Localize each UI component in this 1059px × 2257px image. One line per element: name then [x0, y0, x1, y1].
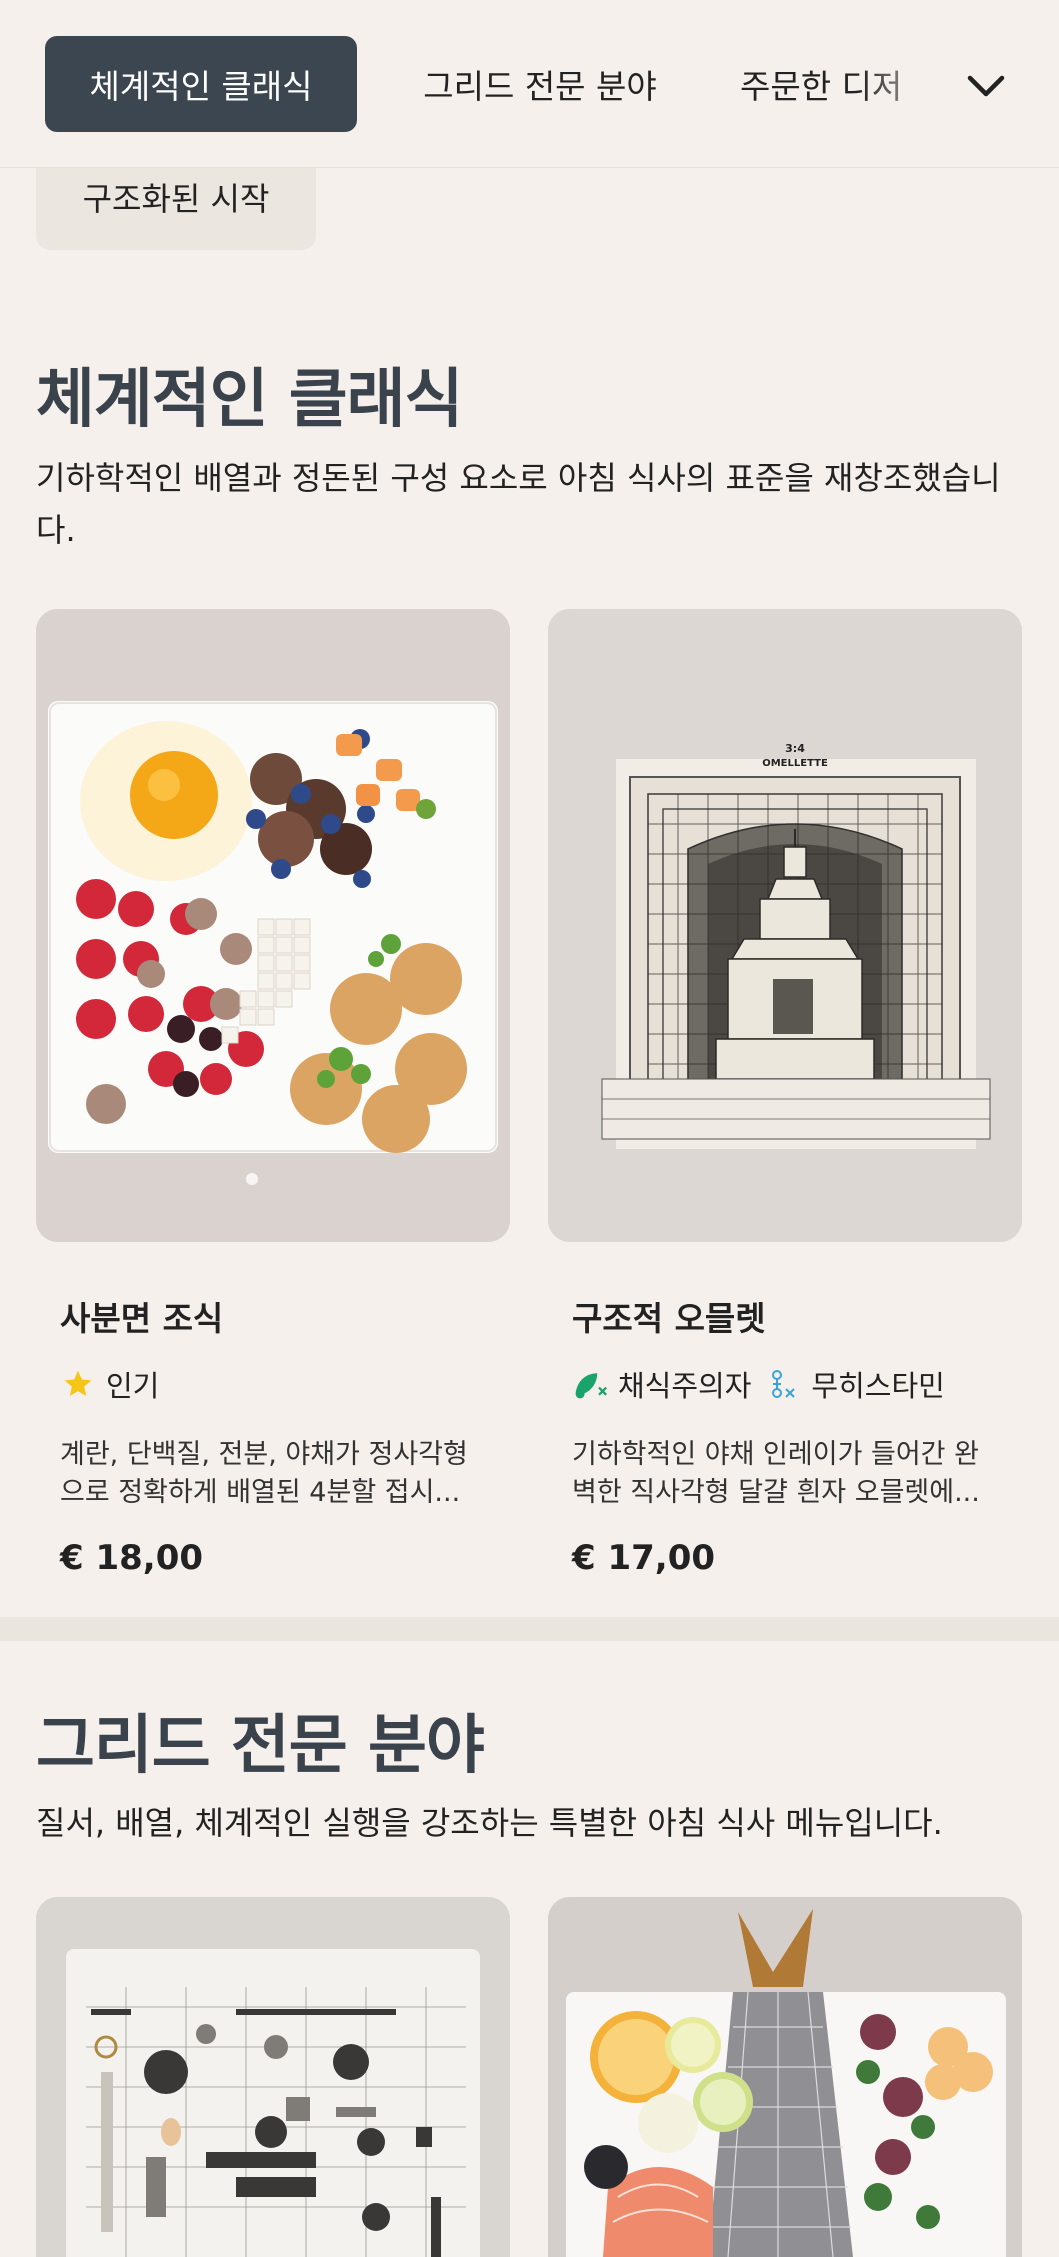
dish-image-grid-specialty-1 [36, 1897, 510, 2257]
tag-popular: 인기 [60, 1363, 159, 1405]
image-label-ratio: 3:4 [785, 742, 805, 755]
dish-tags: 인기 [60, 1362, 486, 1406]
tag-label: 인기 [106, 1369, 160, 1403]
dish-name: 사분면 조식 [60, 1299, 224, 1338]
dish-tags: 채식주의자 무히스타민 [572, 1362, 998, 1406]
no-histamine-icon [765, 1366, 801, 1402]
section-divider [0, 1617, 1059, 1641]
menu-card-grid-specialty-2[interactable] [548, 1897, 1022, 2257]
section-title-grid-specialties: 그리드 전문 분야 [36, 1709, 485, 1783]
image-label-omelette: OMELLETTE [762, 758, 828, 769]
menu-card-structural-omelette[interactable]: 3:4 OMELLETTE 구조적 오믈렛 채식주의자 무히스타민 기하학적인 … [548, 609, 1022, 1578]
tag-label: 채식주의자 [618, 1369, 752, 1403]
category-nav: 체계적인 클래식 그리드 전문 분야 주문한 디저 [0, 0, 1059, 168]
dish-description: 계란, 단백질, 전분, 야채가 정사각형으로 정확하게 배열된 4분할 접시.… [60, 1439, 468, 1508]
tag-vegetarian: 채식주의자 [572, 1363, 751, 1405]
nav-fade-overlay [860, 36, 970, 132]
section-description-systematic-classic: 기하학적인 배열과 정돈된 구성 요소로 아침 식사의 표준을 재창조했습니다. [36, 459, 1001, 549]
tab-grid-specialties[interactable]: 그리드 전문 분야 [405, 36, 675, 132]
section-title-systematic-classic: 체계적인 클래식 [36, 363, 463, 437]
chevron-down-icon[interactable] [958, 58, 1014, 114]
menu-card-quadrant-breakfast[interactable]: 사분면 조식 인기 계란, 단백질, 전분, 야채가 정사각형으로 정확하게 배… [36, 609, 510, 1578]
dish-description: 기하학적인 야채 인레이가 들어간 완벽한 직사각형 달걀 흰자 오믈렛에... [572, 1439, 980, 1508]
dish-image-structural-omelette: 3:4 OMELLETTE [548, 609, 1022, 1242]
vegetarian-icon [572, 1366, 608, 1402]
tag-no-histamine: 무히스타민 [765, 1363, 945, 1405]
dish-image-quadrant-breakfast [36, 609, 510, 1242]
section-description-grid-specialties: 질서, 배열, 체계적인 실행을 강조하는 특별한 아침 식사 메뉴입니다. [36, 1804, 943, 1842]
tag-label: 무히스타민 [811, 1369, 945, 1403]
star-icon [60, 1366, 96, 1402]
dish-price: € 18,00 [60, 1538, 204, 1578]
dish-name: 구조적 오믈렛 [572, 1299, 766, 1338]
dish-image-grid-specialty-2 [548, 1897, 1022, 2257]
menu-card-grid-specialty-1[interactable] [36, 1897, 510, 2257]
dish-price: € 17,00 [572, 1538, 716, 1578]
tab-systematic-classic[interactable]: 체계적인 클래식 [45, 36, 357, 132]
